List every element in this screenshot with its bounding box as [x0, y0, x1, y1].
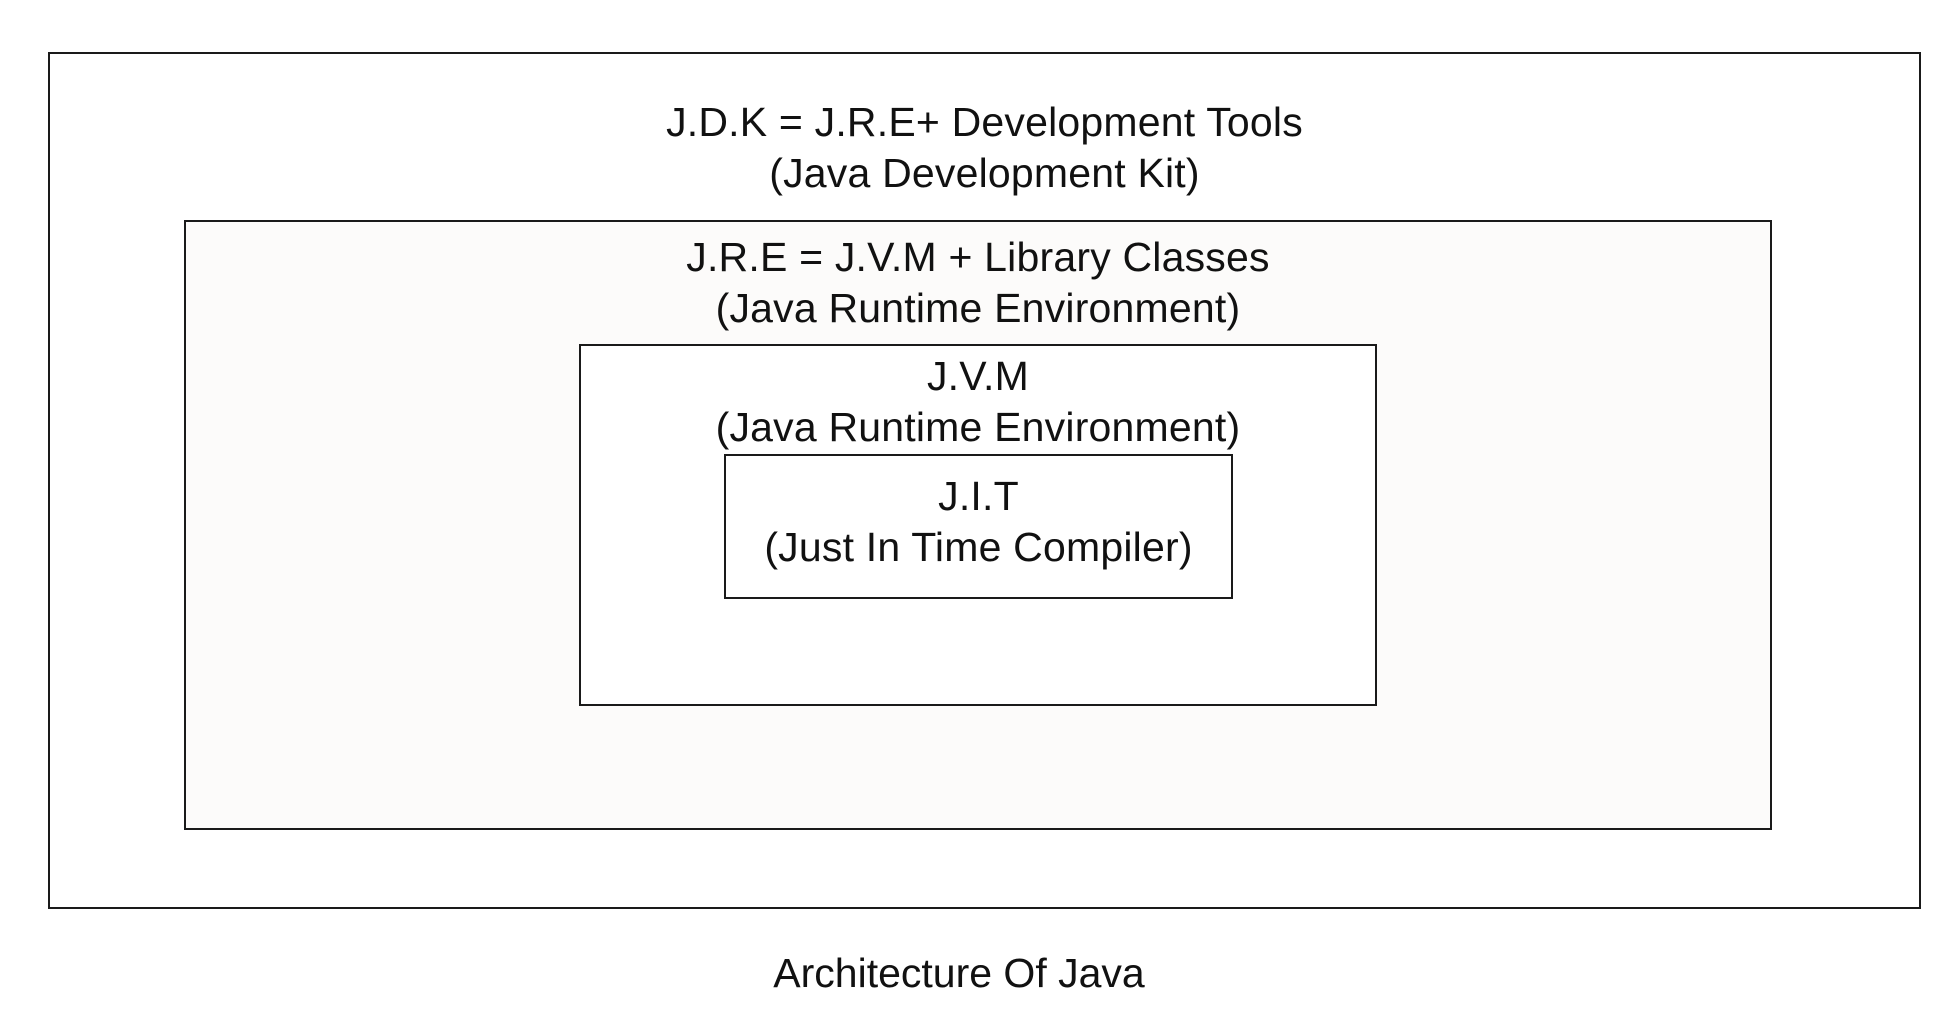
jit-label: J.I.T (Just In Time Compiler): [726, 471, 1231, 573]
jdk-label: J.D.K = J.R.E+ Development Tools (Java D…: [50, 97, 1919, 199]
jdk-subtitle: (Java Development Kit): [769, 150, 1200, 196]
jit-subtitle: (Just In Time Compiler): [764, 524, 1193, 570]
jre-label: J.R.E = J.V.M + Library Classes (Java Ru…: [186, 232, 1770, 334]
jit-title: J.I.T: [938, 473, 1019, 519]
jre-title: J.R.E = J.V.M + Library Classes: [686, 234, 1270, 280]
jvm-label: J.V.M (Java Runtime Environment): [581, 351, 1375, 453]
jit-box: J.I.T (Just In Time Compiler): [724, 454, 1233, 599]
jre-subtitle: (Java Runtime Environment): [715, 285, 1241, 331]
jvm-subtitle: (Java Runtime Environment): [715, 404, 1241, 450]
diagram-caption: Architecture Of Java: [773, 950, 1145, 996]
jvm-title: J.V.M: [926, 353, 1030, 399]
jdk-title: J.D.K = J.R.E+ Development Tools: [666, 99, 1303, 145]
